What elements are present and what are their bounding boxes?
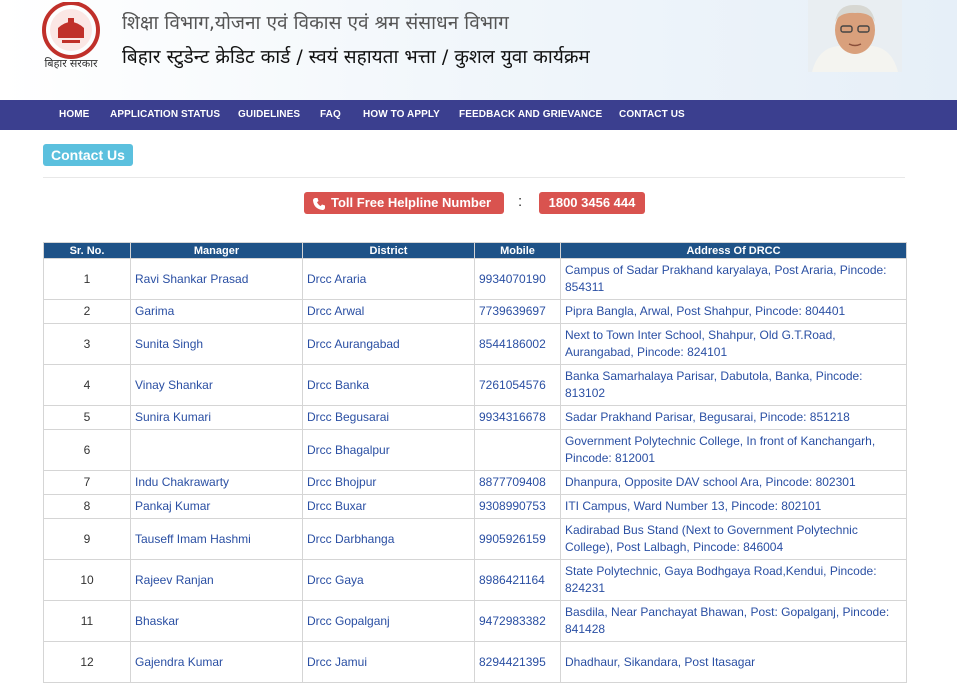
cell-district: Drcc Begusarai xyxy=(302,405,475,430)
nav-faq[interactable]: FAQ xyxy=(320,100,341,130)
cell-sr-no: 10 xyxy=(43,559,131,601)
col-header-sr-no: Sr. No. xyxy=(43,242,131,259)
nav-how-to-apply[interactable]: HOW TO APPLY xyxy=(363,100,440,130)
nav-feedback-and-grievance[interactable]: FEEDBACK AND GRIEVANCE xyxy=(459,100,602,130)
logo-caption: बिहार सरकार xyxy=(44,58,98,70)
col-header-address: Address Of DRCC xyxy=(560,242,907,259)
cell-address: Government Polytechnic College, In front… xyxy=(560,429,907,471)
cell-sr-no: 4 xyxy=(43,364,131,406)
cell-address: ITI Campus, Ward Number 13, Pincode: 802… xyxy=(560,494,907,519)
table-row: 2 Garima Drcc Arwal 7739639697 Pipra Ban… xyxy=(43,299,907,324)
cell-mobile: 7261054576 xyxy=(474,364,561,406)
cell-district: Drcc Buxar xyxy=(302,494,475,519)
table-row: 6 Drcc Bhagalpur Government Polytechnic … xyxy=(43,429,907,471)
cell-address: Banka Samarhalaya Parisar, Dabutola, Ban… xyxy=(560,364,907,406)
cell-mobile: 8294421395 xyxy=(474,641,561,683)
cell-mobile: 9934316678 xyxy=(474,405,561,430)
cell-manager: Vinay Shankar xyxy=(130,364,303,406)
nav-guidelines[interactable]: GUIDELINES xyxy=(238,100,300,130)
nav-home[interactable]: HOME xyxy=(59,100,89,130)
cell-district: Drcc Arwal xyxy=(302,299,475,324)
helpline-label-pill: Toll Free Helpline Number xyxy=(304,192,504,214)
cell-manager: Pankaj Kumar xyxy=(130,494,303,519)
table-row: 3 Sunita Singh Drcc Aurangabad 854418600… xyxy=(43,323,907,365)
cell-mobile: 8877709408 xyxy=(474,470,561,495)
table-row: 9 Tauseff Imam Hashmi Drcc Darbhanga 990… xyxy=(43,518,907,560)
cell-sr-no: 1 xyxy=(43,258,131,300)
col-header-manager: Manager xyxy=(130,242,303,259)
cell-mobile: 9308990753 xyxy=(474,494,561,519)
cell-sr-no: 11 xyxy=(43,600,131,642)
cell-district: Drcc Bhojpur xyxy=(302,470,475,495)
drcc-contact-table: Sr. No. Manager District Mobile Address … xyxy=(43,242,907,683)
cell-address: Sadar Prakhand Parisar, Begusarai, Pinco… xyxy=(560,405,907,430)
helpline-label: Toll Free Helpline Number xyxy=(331,195,492,210)
cell-sr-no: 12 xyxy=(43,641,131,683)
table-row: 4 Vinay Shankar Drcc Banka 7261054576 Ba… xyxy=(43,364,907,406)
cell-district: Drcc Gaya xyxy=(302,559,475,601)
cell-district: Drcc Bhagalpur xyxy=(302,429,475,471)
cell-manager: Bhaskar xyxy=(130,600,303,642)
cell-manager: Sunira Kumari xyxy=(130,405,303,430)
cell-sr-no: 3 xyxy=(43,323,131,365)
cell-manager xyxy=(130,429,303,471)
col-header-mobile: Mobile xyxy=(474,242,561,259)
cell-mobile: 9934070190 xyxy=(474,258,561,300)
table-row: 8 Pankaj Kumar Drcc Buxar 9308990753 ITI… xyxy=(43,494,907,519)
cell-address: Dhanpura, Opposite DAV school Ara, Pinco… xyxy=(560,470,907,495)
table-row: 10 Rajeev Ranjan Drcc Gaya 8986421164 St… xyxy=(43,559,907,601)
contact-us-badge: Contact Us xyxy=(43,144,133,166)
cell-address: Kadirabad Bus Stand (Next to Government … xyxy=(560,518,907,560)
cell-mobile: 8986421164 xyxy=(474,559,561,601)
cell-address: Campus of Sadar Prakhand karyalaya, Post… xyxy=(560,258,907,300)
nav-application-status[interactable]: APPLICATION STATUS xyxy=(110,100,220,130)
table-header-row: Sr. No. Manager District Mobile Address … xyxy=(43,242,907,259)
cell-manager: Indu Chakrawarty xyxy=(130,470,303,495)
nav-contact-us[interactable]: CONTACT US xyxy=(619,100,685,130)
cell-address: Basdila, Near Panchayat Bhawan, Post: Go… xyxy=(560,600,907,642)
cell-district: Drcc Jamui xyxy=(302,641,475,683)
cell-district: Drcc Gopalganj xyxy=(302,600,475,642)
cell-address: Dhadhaur, Sikandara, Post Itasagar xyxy=(560,641,907,683)
cell-manager: Sunita Singh xyxy=(130,323,303,365)
col-header-district: District xyxy=(302,242,475,259)
cell-sr-no: 5 xyxy=(43,405,131,430)
helpline-number: 1800 3456 444 xyxy=(539,192,645,214)
cell-address: Next to Town Inter School, Shahpur, Old … xyxy=(560,323,907,365)
table-row: 11 Bhaskar Drcc Gopalganj 9472983382 Bas… xyxy=(43,600,907,642)
cell-manager: Ravi Shankar Prasad xyxy=(130,258,303,300)
scheme-title: बिहार स्टुडेन्ट क्रेडिट कार्ड / स्वयं सह… xyxy=(122,46,590,68)
cell-sr-no: 6 xyxy=(43,429,131,471)
cell-address: Pipra Bangla, Arwal, Post Shahpur, Pinco… xyxy=(560,299,907,324)
cell-manager: Gajendra Kumar xyxy=(130,641,303,683)
cell-district: Drcc Darbhanga xyxy=(302,518,475,560)
cell-mobile: 9472983382 xyxy=(474,600,561,642)
cell-address: State Polytechnic, Gaya Bodhgaya Road,Ke… xyxy=(560,559,907,601)
cell-manager: Rajeev Ranjan xyxy=(130,559,303,601)
table-row: 7 Indu Chakrawarty Drcc Bhojpur 88777094… xyxy=(43,470,907,495)
site-header: बिहार सरकार शिक्षा विभाग,योजना एवं विकास… xyxy=(0,0,957,100)
cell-sr-no: 9 xyxy=(43,518,131,560)
main-navigation: HOME APPLICATION STATUS GUIDELINES FAQ H… xyxy=(0,100,957,130)
cell-district: Drcc Banka xyxy=(302,364,475,406)
cell-district: Drcc Aurangabad xyxy=(302,323,475,365)
cell-mobile: 7739639697 xyxy=(474,299,561,324)
phone-icon xyxy=(312,196,326,210)
cell-district: Drcc Araria xyxy=(302,258,475,300)
chief-minister-portrait xyxy=(808,0,902,72)
cell-sr-no: 8 xyxy=(43,494,131,519)
cell-manager: Garima xyxy=(130,299,303,324)
cell-manager: Tauseff Imam Hashmi xyxy=(130,518,303,560)
cell-sr-no: 7 xyxy=(43,470,131,495)
helpline-separator: : xyxy=(518,193,523,210)
table-row: 5 Sunira Kumari Drcc Begusarai 993431667… xyxy=(43,405,907,430)
cell-mobile: 9905926159 xyxy=(474,518,561,560)
cell-sr-no: 2 xyxy=(43,299,131,324)
table-row: 12 Gajendra Kumar Drcc Jamui 8294421395 … xyxy=(43,641,907,683)
table-row: 1 Ravi Shankar Prasad Drcc Araria 993407… xyxy=(43,258,907,300)
cell-mobile xyxy=(474,429,561,471)
department-title: शिक्षा विभाग,योजना एवं विकास एवं श्रम सं… xyxy=(122,12,509,34)
cell-mobile: 8544186002 xyxy=(474,323,561,365)
section-divider xyxy=(43,177,905,178)
